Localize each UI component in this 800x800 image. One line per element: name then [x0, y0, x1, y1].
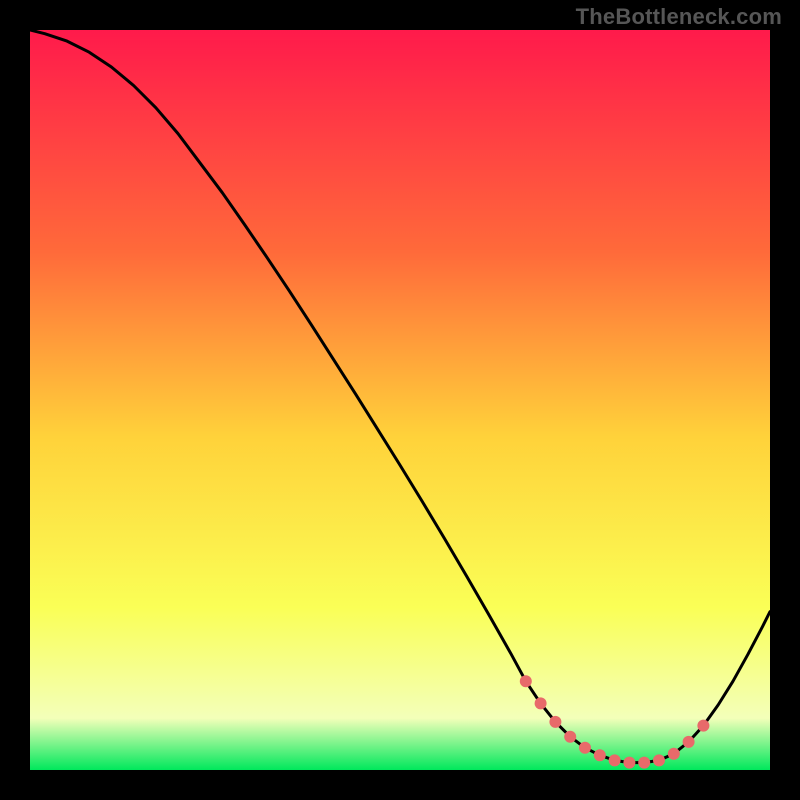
chart-svg	[30, 30, 770, 770]
highlight-dot	[579, 742, 591, 754]
highlight-dot	[549, 716, 561, 728]
chart-frame: TheBottleneck.com	[0, 0, 800, 800]
gradient-background	[30, 30, 770, 770]
watermark-text: TheBottleneck.com	[576, 4, 782, 30]
highlight-dot	[697, 720, 709, 732]
highlight-dot	[594, 749, 606, 761]
highlight-dot	[609, 754, 621, 766]
highlight-dot	[638, 757, 650, 769]
highlight-dot	[683, 736, 695, 748]
highlight-dot	[520, 675, 532, 687]
highlight-dot	[653, 754, 665, 766]
highlight-dot	[668, 748, 680, 760]
plot-area	[30, 30, 770, 770]
highlight-dot	[535, 697, 547, 709]
highlight-dot	[623, 757, 635, 769]
highlight-dot	[564, 731, 576, 743]
